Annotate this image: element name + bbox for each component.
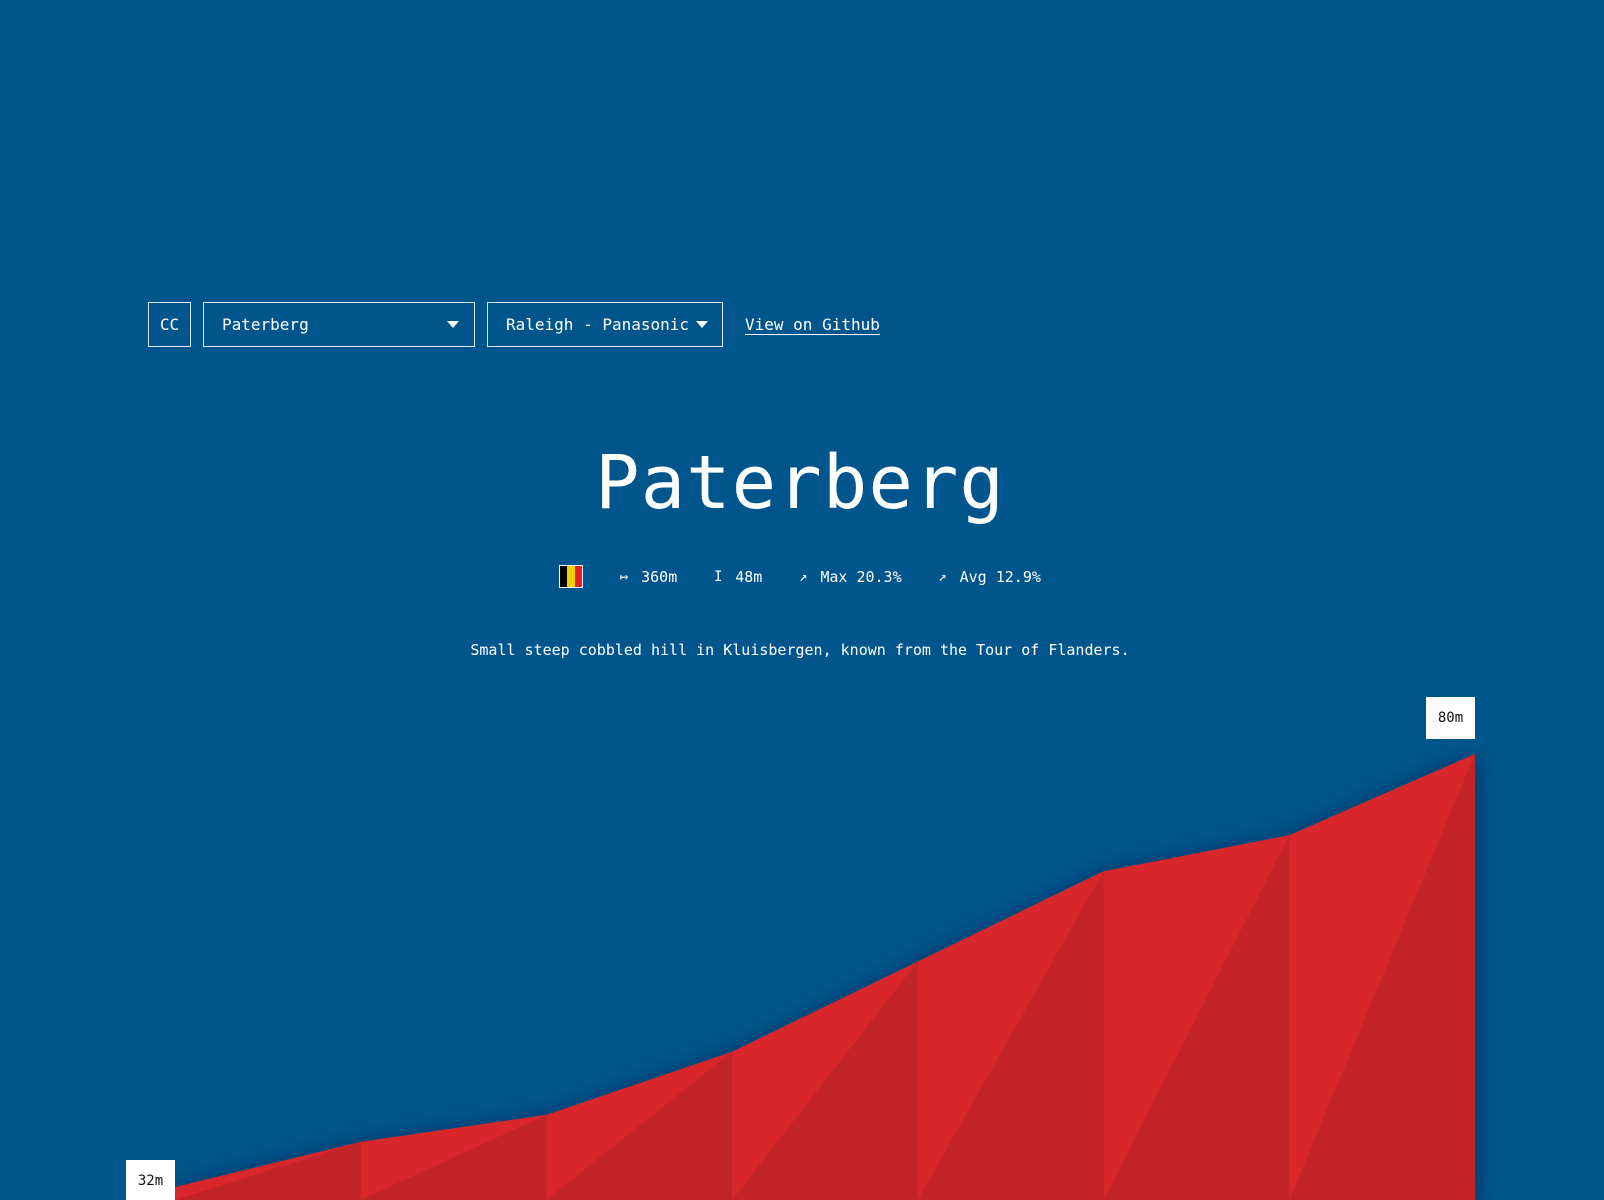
app-root: CC Paterberg Raleigh - Panasonic View on… — [0, 0, 1604, 1200]
elevation-profile-chart — [175, 754, 1475, 1200]
max-elevation-label: 80m — [1426, 697, 1475, 739]
min-elevation-label: 32m — [126, 1160, 175, 1200]
